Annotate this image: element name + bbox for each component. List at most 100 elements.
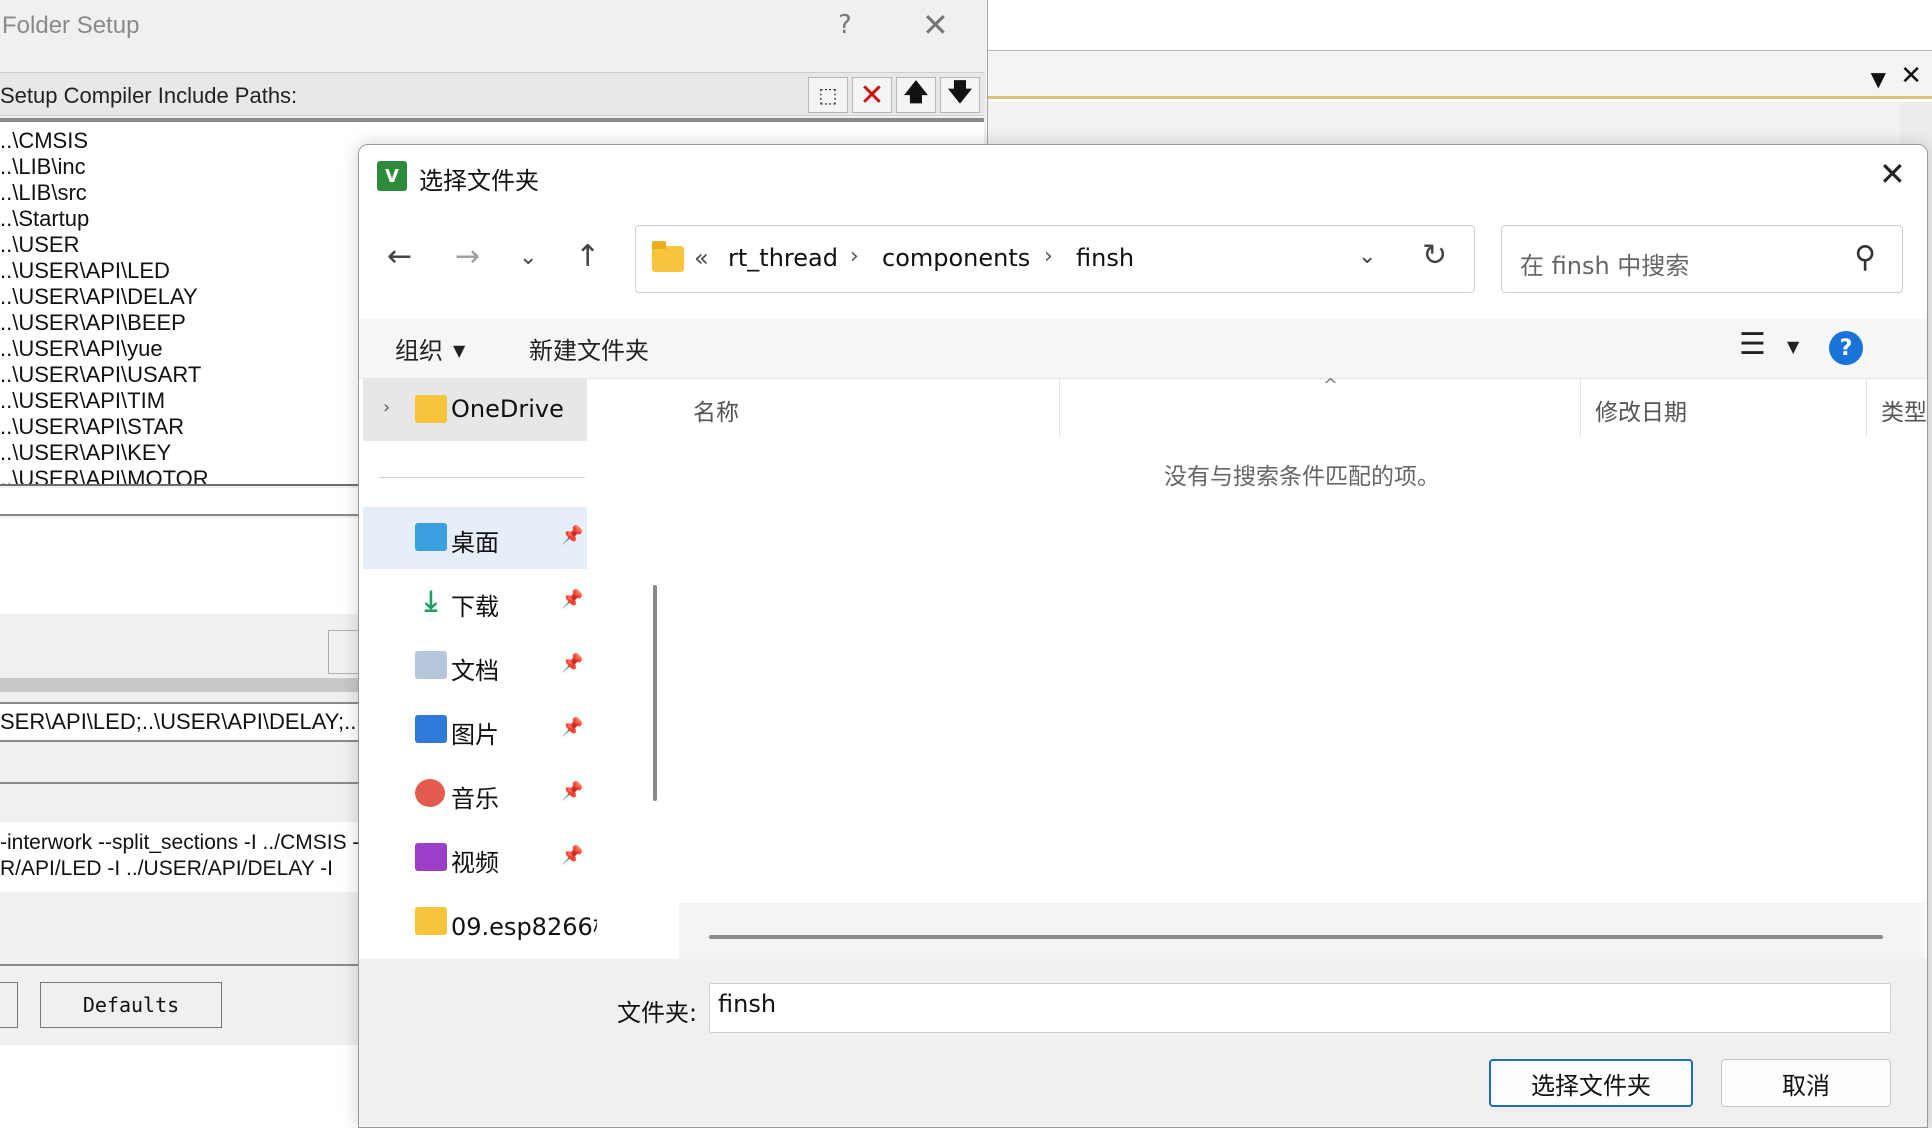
list-item[interactable]: ..\USER\API\USART xyxy=(0,362,201,388)
download-icon: ⤓ xyxy=(424,584,438,617)
music-icon xyxy=(415,779,445,807)
command-bar: 组织 ▼ 新建文件夹 ☰ ▼ ? xyxy=(359,319,1927,379)
move-down-button[interactable]: 🡇 xyxy=(940,77,980,113)
pin-icon[interactable]: 📌 xyxy=(561,653,583,674)
sidebar-item-esp8266-folder[interactable]: 09.esp8266模块 xyxy=(363,891,597,953)
refresh-icon[interactable]: ↻ xyxy=(1422,238,1447,273)
chevron-down-icon[interactable]: ⌄ xyxy=(1358,244,1376,269)
recent-locations-chevron-icon[interactable]: ⌄ xyxy=(519,245,537,270)
cancel-button[interactable]: 取消 xyxy=(1721,1059,1891,1107)
close-button[interactable]: ✕ xyxy=(1879,155,1906,193)
forward-arrow-icon[interactable]: → xyxy=(455,239,480,274)
column-divider[interactable] xyxy=(1059,379,1060,437)
sidebar-item-videos[interactable]: 视频 📌 xyxy=(363,827,587,889)
pin-icon[interactable]: 📌 xyxy=(561,845,583,866)
close-icon[interactable]: ✕ xyxy=(1900,61,1922,91)
overflow-chevron-icon[interactable]: « xyxy=(694,244,709,272)
list-item[interactable]: ..\USER\API\BEEP xyxy=(0,310,186,336)
pin-icon[interactable]: 📌 xyxy=(561,525,583,546)
search-icon[interactable]: ⚲ xyxy=(1854,240,1876,275)
new-folder-button[interactable]: 新建文件夹 xyxy=(529,331,649,366)
sidebar-item-label: 音乐 xyxy=(451,785,499,813)
breadcrumb-rt-thread[interactable]: rt_thread xyxy=(728,244,838,272)
pin-icon[interactable]: 📌 xyxy=(561,717,583,738)
file-list: 名称 ^ 修改日期 类型 大小 没有与搜索条件匹配的项。 xyxy=(679,375,1927,959)
dialog-title: Folder Setup xyxy=(2,12,140,39)
sidebar-item-downloads[interactable]: ⤓ 下载 📌 xyxy=(363,571,587,633)
sidebar-item-pictures[interactable]: 图片 📌 xyxy=(363,699,587,761)
sidebar-item-documents[interactable]: 文档 📌 xyxy=(363,635,587,697)
background-toolbar: ▼ ✕ xyxy=(988,51,1932,99)
sidebar-item-label: OneDrive xyxy=(451,395,564,423)
desktop-icon xyxy=(415,523,447,551)
sidebar-item-label: 图片 xyxy=(451,721,499,749)
pin-icon[interactable]: 📌 xyxy=(561,589,583,610)
navigation-bar: ← → ⌄ ↑ « rt_thread › components › finsh… xyxy=(359,207,1927,319)
view-menu-icon[interactable]: ☰ xyxy=(1739,327,1766,362)
breadcrumb-chevron-icon[interactable]: › xyxy=(850,244,859,269)
up-arrow-icon[interactable]: ↑ xyxy=(575,239,600,274)
horizontal-scrollbar[interactable] xyxy=(709,935,1883,939)
dialog-title: 选择文件夹 xyxy=(419,167,539,195)
select-folder-button[interactable]: 选择文件夹 xyxy=(1489,1059,1693,1107)
help-icon[interactable]: ? xyxy=(1829,331,1863,365)
close-button[interactable]: ✕ xyxy=(922,6,949,44)
video-icon xyxy=(415,843,447,871)
delete-icon: ✕ xyxy=(859,77,885,113)
list-item[interactable]: ..\USER\API\KEY xyxy=(0,440,171,466)
sidebar-item-onedrive[interactable]: › OneDrive xyxy=(363,379,587,441)
pin-icon[interactable]: 📌 xyxy=(561,781,583,802)
help-button[interactable]: ? xyxy=(838,10,852,40)
defaults-button[interactable]: Defaults xyxy=(40,982,222,1028)
organize-label: 组织 xyxy=(395,337,443,365)
list-item[interactable]: ..\CMSIS xyxy=(0,128,88,154)
divider xyxy=(379,477,585,478)
search-input[interactable]: 在 finsh 中搜索 ⚲ xyxy=(1501,225,1903,293)
chevron-down-icon: ▼ xyxy=(453,341,466,360)
list-item[interactable]: ..\LIB\src xyxy=(0,180,87,206)
arrow-down-icon: 🡇 xyxy=(947,77,973,106)
list-item[interactable]: ..\Startup xyxy=(0,206,89,232)
list-item[interactable]: ..\LIB\inc xyxy=(0,154,86,180)
breadcrumb-chevron-icon[interactable]: › xyxy=(1044,244,1053,269)
address-bar[interactable]: « rt_thread › components › finsh ⌄ ↻ xyxy=(635,225,1475,293)
dialog-footer: 文件夹: finsh 选择文件夹 取消 xyxy=(359,959,1927,1127)
column-header-type[interactable]: 类型 xyxy=(1867,379,1927,437)
list-item[interactable]: ..\USER\API\MOTOR xyxy=(0,466,209,484)
breadcrumb-finsh[interactable]: finsh xyxy=(1076,244,1134,272)
folder-label: 文件夹: xyxy=(617,999,698,1027)
organize-button[interactable]: 组织 ▼ xyxy=(395,331,465,366)
chevron-down-icon[interactable]: ▼ xyxy=(1871,67,1886,91)
new-folder-icon: ⬚ xyxy=(818,83,838,107)
sidebar-item-label: 09.esp8266模块 xyxy=(451,913,597,941)
sidebar-item-music[interactable]: 音乐 📌 xyxy=(363,763,587,825)
empty-results-message: 没有与搜索条件匹配的项。 xyxy=(1164,464,1440,490)
new-folder-button[interactable]: ⬚ xyxy=(808,77,848,113)
sidebar-item-label: 文档 xyxy=(451,657,499,685)
column-header-name[interactable]: 名称 xyxy=(679,379,1059,437)
expand-chevron-icon[interactable]: › xyxy=(383,397,390,418)
vertical-scrollbar[interactable] xyxy=(653,585,657,801)
sidebar-item-label: 桌面 xyxy=(451,529,499,557)
folder-setup-titlebar: Folder Setup ? ✕ xyxy=(0,0,987,56)
list-item[interactable]: ..\USER\API\STAR xyxy=(0,414,184,440)
chevron-down-icon[interactable]: ▼ xyxy=(1787,337,1799,356)
sidebar-item-label: 下载 xyxy=(451,593,499,621)
list-item[interactable]: ..\USER\API\TIM xyxy=(0,388,165,414)
sidebar-item-desktop[interactable]: 桌面 📌 xyxy=(363,507,587,569)
list-item[interactable]: ..\USER\API\DELAY xyxy=(0,284,198,310)
pictures-icon xyxy=(415,715,447,743)
app-icon-glyph: V xyxy=(385,165,399,187)
breadcrumb-components[interactable]: components xyxy=(882,244,1030,272)
move-up-button[interactable]: 🡅 xyxy=(896,77,936,113)
list-item[interactable]: ..\USER\API\yue xyxy=(0,336,163,362)
ok-button[interactable] xyxy=(0,982,18,1028)
column-header-modified[interactable]: 修改日期 xyxy=(1581,379,1867,437)
folder-name-input[interactable]: finsh xyxy=(709,983,1891,1033)
back-arrow-icon[interactable]: ← xyxy=(387,239,412,274)
folder-icon xyxy=(415,395,447,423)
search-placeholder: 在 finsh 中搜索 xyxy=(1520,252,1690,280)
list-item[interactable]: ..\USER xyxy=(0,232,79,258)
list-item[interactable]: ..\USER\API\LED xyxy=(0,258,170,284)
delete-path-button[interactable]: ✕ xyxy=(852,77,892,113)
